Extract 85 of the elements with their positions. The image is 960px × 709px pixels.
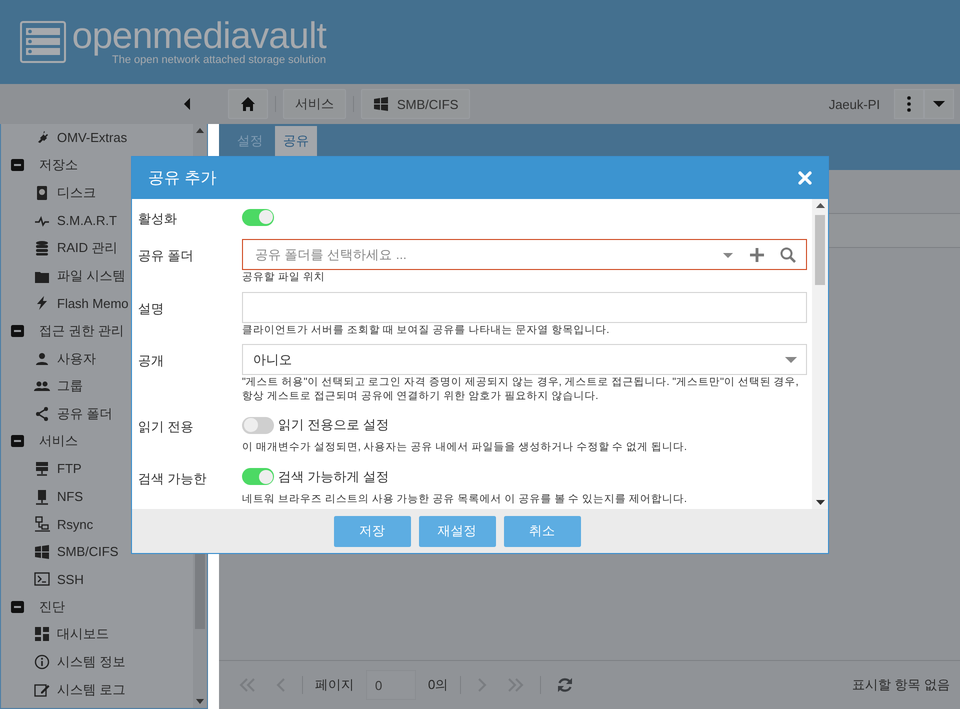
windows-icon: [34, 544, 50, 560]
page-count: 0의: [428, 676, 448, 694]
breadcrumb-button[interactable]: [228, 89, 268, 119]
tagline: The open network attached storage solution: [112, 54, 326, 66]
sidebar-item[interactable]: SMB/CIFS: [1, 538, 193, 566]
help-text: "게스트 허용"이 선택되고 로그인 자격 증명이 제공되지 않는 경우, 게스트로 접근됩니다. "게스트만"이 선택된 경우, 항상 게스트로 접근되며 공유에 연결하기 위한 암호가 필요하지 않습니다.: [242, 376, 800, 403]
description-field[interactable]: [242, 292, 807, 322]
terminal-icon: [34, 571, 50, 588]
arrow-up-icon: [196, 128, 204, 133]
pencil-icon: [34, 682, 50, 698]
help-text: 네트워 브라우즈 리스트의 사용 가능한 공유 목록에서 이 공유를 볼 수 있는지를 제어합니다.: [242, 492, 688, 506]
collapse-icon: [10, 157, 25, 174]
help-text: 클라이언트가 서버를 조회할 때 보여질 공유를 나타내는 문자열 항목입니다.: [242, 324, 610, 337]
sidebar-item[interactable]: OMV-Extras: [1, 124, 193, 152]
hostname: Jaeuk-PI: [828, 96, 880, 112]
arrow-up-icon: [816, 203, 824, 208]
sidebar-item[interactable]: 대시보드: [1, 620, 193, 648]
group-label: 서비스: [39, 432, 78, 450]
sidebar-group[interactable]: 진단: [1, 593, 193, 621]
hard-drive-icon: [34, 184, 50, 201]
breadcrumb-button[interactable]: 서비스: [283, 89, 346, 119]
refresh-icon: [557, 677, 574, 693]
sidebar-item[interactable]: 시스템 정보: [1, 648, 193, 676]
field-label: 설명: [138, 300, 165, 318]
breadcrumb-button[interactable]: SMB/CIFS: [361, 89, 470, 119]
public-select[interactable]: 아니오: [242, 344, 807, 375]
more-button[interactable]: [894, 89, 924, 119]
close-icon: [798, 171, 812, 185]
field-label: 검색 가능한: [138, 470, 208, 488]
collapse-icon: [10, 322, 25, 339]
server-logo-icon: [20, 21, 66, 63]
sidebar-item[interactable]: SSH: [1, 566, 193, 594]
caret-left-icon: [184, 98, 190, 110]
share-icon: [34, 406, 50, 422]
sidebar-group[interactable]: 접근 권한 관리: [1, 317, 193, 345]
arrow-down-icon: [196, 699, 204, 704]
search-button[interactable]: [778, 244, 798, 264]
toggle-switch[interactable]: [242, 468, 274, 485]
share-folder-field[interactable]: 공유 폴더를 선택하세요 ...: [242, 239, 807, 270]
dashboard-icon: [34, 626, 50, 642]
caret-down-icon: [722, 250, 734, 258]
sidebar-item[interactable]: 그룹: [1, 372, 193, 400]
monitor-icon: [34, 488, 50, 505]
server-icon: [34, 460, 50, 477]
page-label: 페이지: [315, 676, 354, 694]
scroll-thumb[interactable]: [815, 215, 825, 285]
search-icon: [780, 246, 796, 262]
page-number-field[interactable]: 0: [366, 670, 416, 700]
field-label: 읽기 전용: [138, 418, 195, 436]
caret-down-icon: [933, 101, 945, 107]
help-text: 이 매개변수가 설정되면, 사용자는 공유 내에서 파일들을 생성하거나 수정할 수 없게 됩니다.: [242, 441, 688, 454]
logo-text: openmediavault: [72, 18, 326, 54]
home-icon: [240, 96, 256, 112]
toggle-label: 읽기 전용으로 설정: [278, 416, 390, 434]
plus-icon: [750, 248, 764, 262]
dropdown-button[interactable]: [924, 89, 954, 119]
scrollbar[interactable]: [812, 199, 828, 509]
toggle-switch[interactable]: [242, 416, 274, 434]
user-icon: [34, 350, 50, 367]
collapse-icon: [10, 433, 25, 450]
group-label: 저장소: [39, 156, 78, 174]
field-label: 활성화: [138, 210, 178, 228]
lightning-icon: [34, 295, 50, 312]
dialog-title: 공유 추가: [148, 168, 216, 188]
status-text: 표시할 항목 없음: [852, 676, 950, 694]
collapse-icon: [10, 598, 25, 615]
scroll-thumb[interactable]: [195, 554, 205, 629]
add-button[interactable]: [748, 246, 766, 264]
close-button[interactable]: [798, 171, 812, 185]
folder-input[interactable]: 공유 폴더를 선택하세요 ...: [253, 246, 708, 263]
kebab-icon: [907, 96, 911, 112]
group-label: 접근 권한 관리: [39, 322, 124, 340]
info-icon: [34, 654, 50, 670]
arrow-down-icon: [816, 500, 824, 505]
caret-down-icon: [784, 355, 798, 364]
network-icon: [34, 516, 50, 532]
database-icon: [34, 240, 50, 256]
sidebar-item[interactable]: 시스템 로그: [1, 676, 193, 704]
toggle-label: 검색 가능하게 설정: [278, 468, 390, 486]
sidebar-item[interactable]: Rsync: [1, 510, 193, 538]
windows-icon: [373, 96, 389, 112]
help-text: 공유할 파일 위치: [242, 271, 326, 284]
field-label: 공개: [138, 352, 165, 370]
toggle-switch[interactable]: [242, 208, 274, 226]
group-label: 진단: [39, 598, 65, 616]
